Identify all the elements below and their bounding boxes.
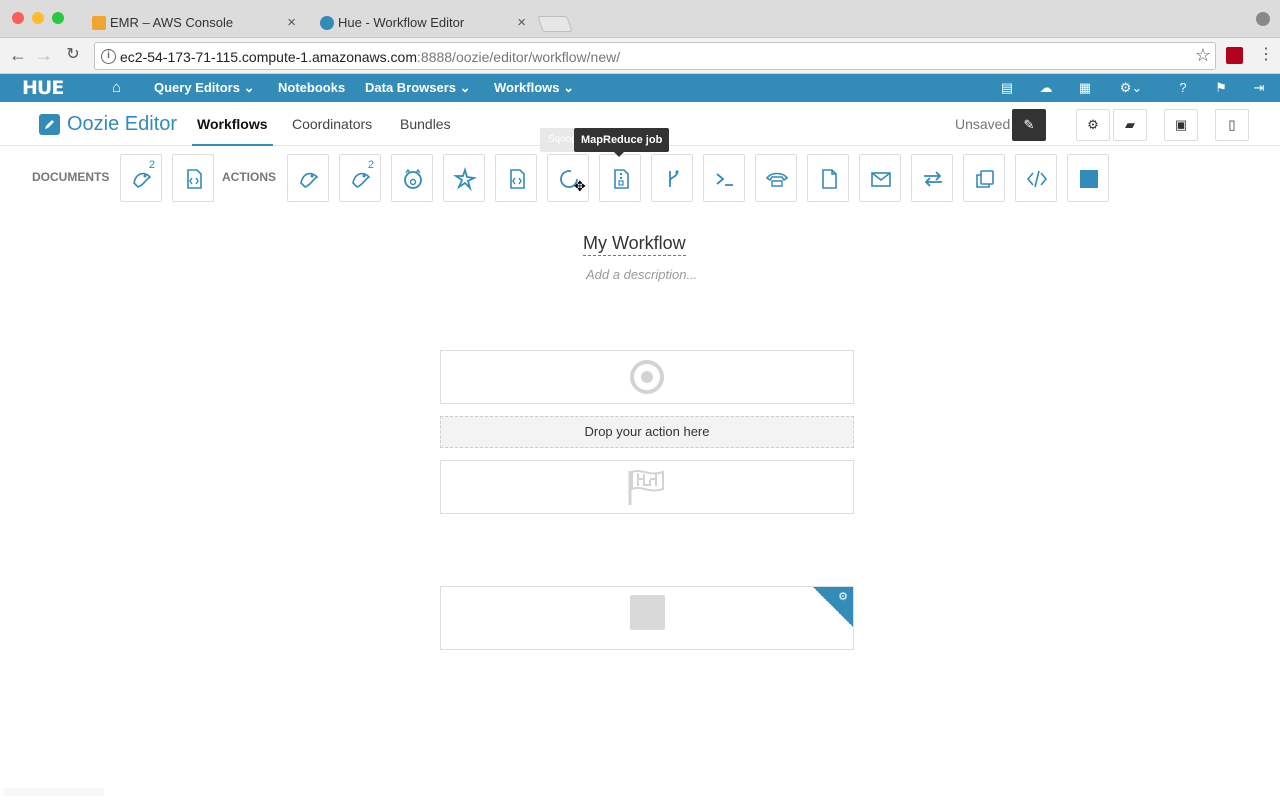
back-arrow-icon[interactable]: ← [7,44,29,66]
settings-button[interactable]: ⚙ [1076,109,1110,141]
hive2-superscript: 2 [367,159,374,171]
code-file-icon [187,169,202,189]
info-icon[interactable]: i [101,49,116,64]
code-file-icon [510,169,525,189]
hive2-superscript: 2 [148,159,155,171]
node-settings-corner[interactable]: ⚙ [813,587,853,627]
hue-top-nav: HUE ⌂ Query Editors ⌄ Notebooks Data Bro… [0,74,1280,102]
open-folder-button[interactable]: ▰ [1113,109,1147,141]
email-action-button[interactable] [859,154,901,202]
close-tab-icon[interactable]: × [287,8,296,38]
mapreduce-action-button[interactable] [599,154,641,202]
pig-icon [404,168,422,189]
browser-tab-strip: EMR – AWS Console × Hue - Workflow Edito… [0,0,1280,38]
table-icon[interactable]: ▦ [1074,74,1096,102]
nav-data-browsers[interactable]: Data Browsers ⌄ [365,74,471,102]
hue-favicon-icon [320,16,334,30]
nav-query-editors[interactable]: Query Editors ⌄ [154,74,254,102]
status-strip [4,788,104,796]
kill-node[interactable]: ⚙ [440,586,854,650]
tab-workflows[interactable]: Workflows [192,102,273,146]
reload-icon[interactable]: ↻ [62,44,84,66]
flag-icon[interactable]: ⚑ [1210,74,1232,102]
cloud-icon[interactable]: ☁ [1035,74,1057,102]
action-tooltip: MapReduce job [574,128,670,157]
copy-icon [976,170,994,188]
save-status: Unsaved [955,116,1011,132]
new-document-button[interactable]: ▯ [1215,109,1249,141]
tab-coordinators[interactable]: Coordinators [292,102,372,146]
home-icon[interactable]: ⌂ [112,74,121,102]
actions-label: ACTIONS [222,170,276,184]
edit-pencil-button[interactable]: ✎ [1012,109,1046,141]
action-dropzone[interactable]: Drop your action here [440,416,854,448]
workflow-description[interactable]: Add a description... [586,267,697,282]
help-icon[interactable]: ? [1172,74,1194,102]
java-action-button[interactable] [495,154,537,202]
pig-action-button[interactable] [391,154,433,202]
generic-action-button[interactable] [1015,154,1057,202]
start-node[interactable] [440,350,854,404]
close-window-icon[interactable] [12,12,24,24]
file-icon [822,169,837,189]
streaming-action-button[interactable] [911,154,953,202]
gears-icon: ⚙ [838,591,848,603]
bookmark-star-icon[interactable]: ☆ [1195,45,1211,66]
save-button[interactable]: ▣ [1164,109,1198,141]
code-brackets-icon [1026,170,1048,188]
tab-title: EMR – AWS Console [110,15,234,30]
exchange-arrows-icon [924,171,942,187]
menu-kebab-icon[interactable]: ⋮ [1258,44,1274,66]
file-archive-icon [614,169,629,189]
tab-bundles[interactable]: Bundles [400,102,451,146]
square-icon [1080,170,1098,188]
start-target-icon [630,360,664,394]
browser-tab-hue[interactable]: Hue - Workflow Editor × [304,8,536,38]
minimize-window-icon[interactable] [32,12,44,24]
move-cursor-icon: ✥ [574,178,586,194]
address-bar[interactable]: i ec2-54-173-71-115.compute-1.amazonaws.… [94,42,1216,70]
url-text: ec2-54-173-71-115.compute-1.amazonaws.co… [120,49,621,65]
settings-gears-icon[interactable]: ⚙⌄ [1114,74,1148,102]
nav-workflows[interactable]: Workflows ⌄ [494,74,574,102]
hive-action-button[interactable] [287,154,329,202]
oozie-editor-icon [39,114,60,135]
hdfs-fs-action-button[interactable] [807,154,849,202]
spark-action-button[interactable] [443,154,485,202]
documents-icon[interactable]: ▤ [996,74,1018,102]
distcp-action-button[interactable] [963,154,1005,202]
phone-icon [765,172,789,187]
kill-node-button[interactable] [1067,154,1109,202]
hive-icon [300,172,319,188]
hive2-document-button[interactable]: 2 [120,154,162,202]
logout-icon[interactable]: ⇥ [1248,74,1270,102]
tab-title: Hue - Workflow Editor [338,15,465,30]
workflow-name[interactable]: My Workflow [583,233,686,256]
sql-document-button[interactable] [172,154,214,202]
aws-favicon-icon [92,16,106,30]
end-node[interactable] [440,460,854,514]
pdf-extension-icon[interactable] [1226,47,1243,64]
page-title[interactable]: Oozie Editor [67,113,177,136]
fork-icon [669,170,679,187]
terminal-icon [716,173,733,186]
browser-toolbar: ← → ↻ i ec2-54-173-71-115.compute-1.amaz… [0,38,1280,74]
subworkflow-action-button[interactable] [651,154,693,202]
kill-square-icon [630,595,665,630]
spark-star-icon [453,167,477,191]
profile-icon[interactable] [1256,12,1270,26]
browser-tab-emr[interactable]: EMR – AWS Console × [76,8,306,38]
new-tab-button[interactable] [537,16,573,32]
close-tab-icon[interactable]: × [517,8,526,38]
documents-label: DOCUMENTS [32,170,110,184]
envelope-icon [871,172,891,187]
nav-notebooks[interactable]: Notebooks [278,74,345,102]
hive2-action-button[interactable]: 2 [339,154,381,202]
zoom-window-icon[interactable] [52,12,64,24]
checkered-flag-icon [628,470,664,505]
ssh-action-button[interactable] [755,154,797,202]
forward-arrow-icon[interactable]: → [33,44,55,66]
shell-action-button[interactable] [703,154,745,202]
hue-logo[interactable]: HUE [22,79,64,98]
